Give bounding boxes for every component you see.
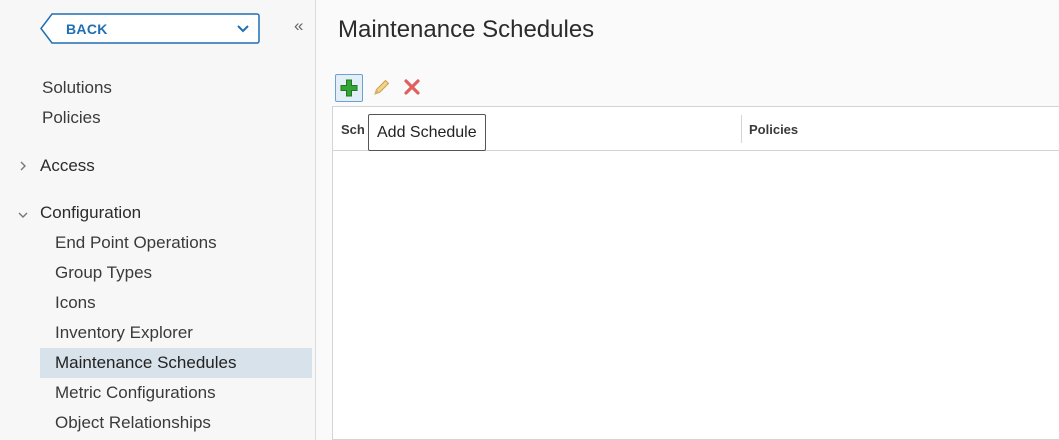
- chevron-right-icon: [18, 158, 28, 178]
- add-schedule-button[interactable]: [335, 74, 363, 102]
- plus-icon: [340, 79, 358, 97]
- collapse-sidebar-icon[interactable]: «: [294, 17, 303, 34]
- back-label: BACK: [66, 21, 108, 37]
- sidebar-group-label: Access: [40, 156, 95, 175]
- sidebar-item-label: Group Types: [55, 263, 153, 282]
- sidebar-item-end-point-operations[interactable]: End Point Operations: [40, 228, 312, 258]
- edit-schedule-button[interactable]: [368, 74, 396, 102]
- chevron-down-icon: [236, 22, 250, 40]
- pencil-icon: [374, 79, 390, 95]
- sidebar-item-label: Solutions: [42, 78, 112, 97]
- sidebar-item-label: Maintenance Schedules: [55, 353, 237, 372]
- sidebar-item-inventory-explorer[interactable]: Inventory Explorer: [40, 318, 312, 348]
- sidebar-item-group-types[interactable]: Group Types: [40, 258, 312, 288]
- back-button[interactable]: BACK: [40, 13, 260, 44]
- sidebar-group-access[interactable]: Access: [18, 156, 95, 176]
- sidebar-item-label: Policies: [42, 108, 101, 127]
- add-schedule-tooltip: Add Schedule: [368, 114, 486, 151]
- sidebar-item-label: Icons: [55, 293, 96, 312]
- sidebar-item-metric-configurations[interactable]: Metric Configurations: [40, 378, 312, 408]
- x-icon: [404, 79, 420, 95]
- column-header-policies[interactable]: Policies: [749, 122, 798, 137]
- sidebar-item-label: Object Relationships: [55, 413, 211, 432]
- chevron-down-icon: [16, 206, 30, 226]
- sidebar-group-label: Configuration: [40, 203, 142, 222]
- sidebar: BACK « Solutions Policies Access Configu…: [0, 0, 316, 440]
- sidebar-item-icons[interactable]: Icons: [40, 288, 312, 318]
- page-title: Maintenance Schedules: [338, 16, 595, 43]
- delete-schedule-button[interactable]: [399, 74, 427, 102]
- column-header-schedule[interactable]: Sch: [341, 122, 365, 137]
- sidebar-item-maintenance-schedules[interactable]: Maintenance Schedules: [40, 348, 312, 378]
- sidebar-item-policies[interactable]: Policies: [42, 108, 101, 128]
- sidebar-item-label: End Point Operations: [55, 233, 217, 252]
- main-content: Maintenance Schedules Sch Policies Add S…: [317, 0, 1059, 440]
- sidebar-item-label: Metric Configurations: [55, 383, 216, 402]
- schedules-grid: Sch Policies: [332, 106, 1059, 440]
- sidebar-group-configuration[interactable]: Configuration: [18, 203, 141, 223]
- sidebar-item-object-relationships[interactable]: Object Relationships: [40, 408, 312, 438]
- sidebar-item-label: Inventory Explorer: [55, 323, 193, 342]
- column-divider[interactable]: [741, 115, 742, 143]
- sidebar-item-solutions[interactable]: Solutions: [42, 78, 112, 98]
